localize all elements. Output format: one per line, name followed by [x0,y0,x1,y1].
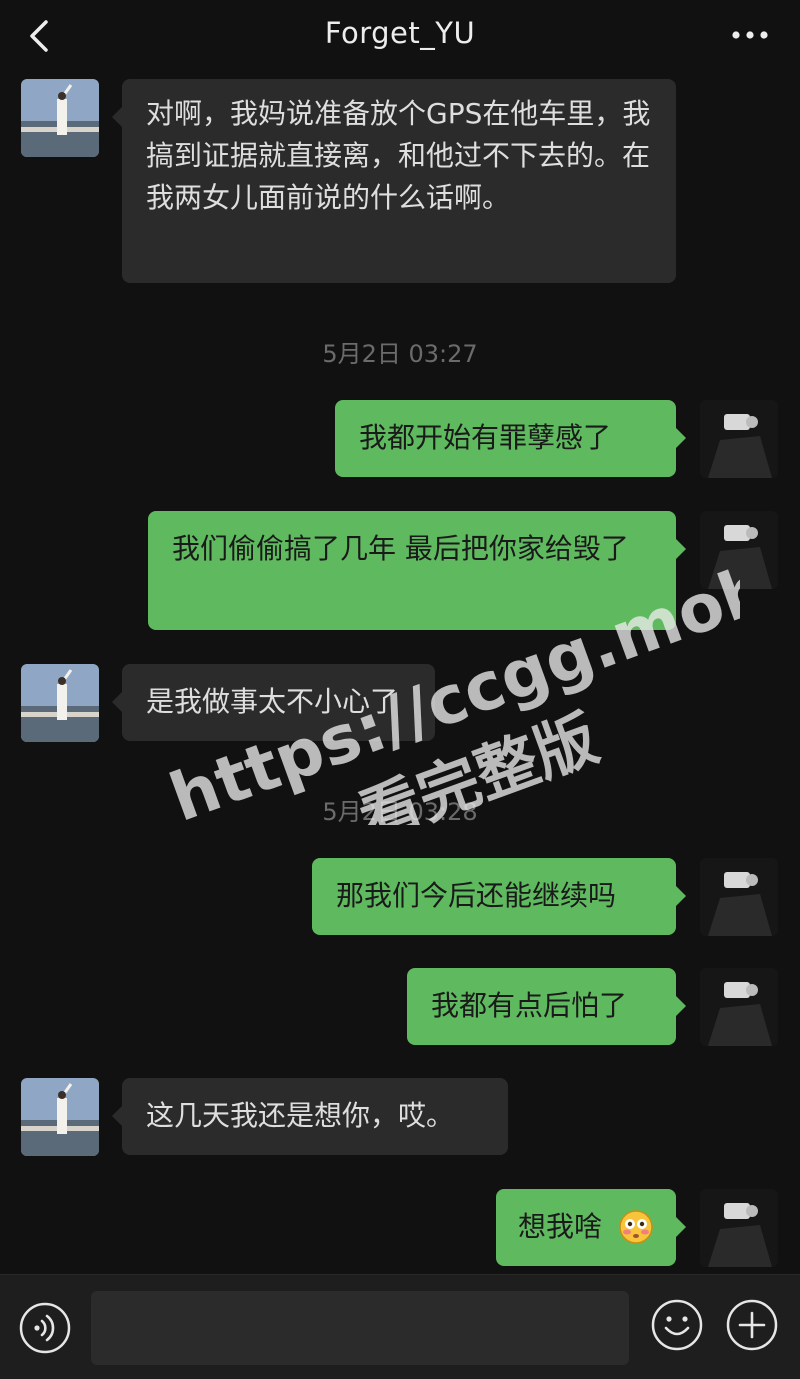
my-avatar[interactable] [700,858,778,936]
chat-area[interactable]: 对啊，我妈说准备放个GPS在他车里，我搞到证据就直接离，和他过不下去的。在我两女… [0,72,800,1274]
message-bubble-outgoing[interactable]: 想我啥 [496,1189,686,1266]
my-avatar-image [700,1189,778,1267]
message-text: 我们偷偷搞了几年 最后把你家给毁了 [172,532,629,565]
message-input[interactable] [91,1291,629,1365]
message-text: 我都有点后怕了 [431,989,628,1022]
plus-icon[interactable] [725,1298,779,1352]
my-avatar-image [700,968,778,1046]
message-text: 是我做事太不小心了 [146,685,399,718]
timestamp: 5月2日 03:28 [322,798,478,826]
message-bubble-incoming[interactable]: 这几天我还是想你，哎。 [112,1078,508,1155]
message-text: 我都开始有罪孽感了 [359,421,612,454]
my-avatar[interactable] [700,511,778,589]
my-avatar-image [700,511,778,589]
message-bubble-outgoing[interactable]: 那我们今后还能继续吗 [312,858,686,935]
message-bubble-outgoing[interactable]: 我们偷偷搞了几年 最后把你家给毁了 [148,511,686,630]
message-text: 想我啥 [518,1210,603,1243]
input-bar [0,1274,800,1379]
contact-avatar[interactable] [21,664,99,742]
message-text: 那我们今后还能继续吗 [336,879,617,912]
contact-avatar-image [21,79,99,157]
flushed-face-emoji-icon [619,1210,653,1244]
contact-avatar-image [21,664,99,742]
message-bubble-incoming[interactable]: 对啊，我妈说准备放个GPS在他车里，我搞到证据就直接离，和他过不下去的。在我两女… [112,79,676,283]
contact-avatar[interactable] [21,79,99,157]
more-options-icon[interactable] [730,22,770,48]
contact-avatar-image [21,1078,99,1156]
voice-icon[interactable] [18,1301,72,1355]
timestamp: 5月2日 03:27 [322,340,478,368]
message-bubble-incoming[interactable]: 是我做事太不小心了 [112,664,435,741]
my-avatar-image [700,858,778,936]
message-text: 这几天我还是想你，哎。 [146,1099,455,1132]
contact-avatar[interactable] [21,1078,99,1156]
message-text: 对啊，我妈说准备放个GPS在他车里，我搞到证据就直接离，和他过不下去的。在我两女… [146,97,651,214]
message-bubble-outgoing[interactable]: 我都开始有罪孽感了 [335,400,686,477]
my-avatar[interactable] [700,968,778,1046]
top-bar: Forget_YU [0,0,800,72]
my-avatar[interactable] [700,1189,778,1267]
my-avatar[interactable] [700,400,778,478]
emoji-icon[interactable] [650,1298,704,1352]
chat-title: Forget_YU [324,16,476,50]
message-bubble-outgoing[interactable]: 我都有点后怕了 [407,968,686,1045]
my-avatar-image [700,400,778,478]
